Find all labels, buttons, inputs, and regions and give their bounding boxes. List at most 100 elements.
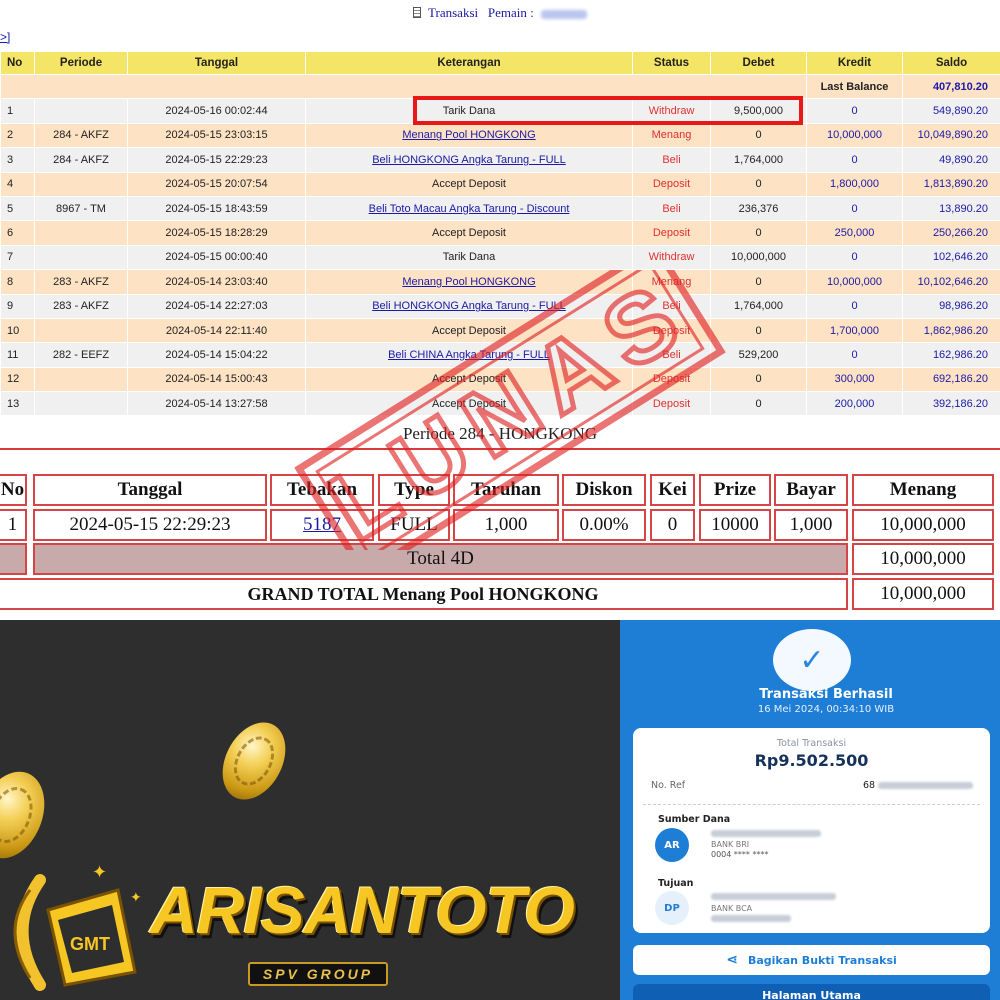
trx-credit: 0 (806, 244, 903, 271)
receipt-date: 16 Mei 2024, 00:34:10 WIB (757, 704, 895, 715)
detail-cell-pay: 1,000 (774, 509, 848, 541)
trx-no: 4 (0, 171, 35, 197)
share-receipt-button[interactable]: ⋖ Bagikan Bukti Transaksi (633, 945, 990, 975)
trx-no: 6 (0, 220, 35, 246)
trx-status: Deposit (632, 171, 711, 197)
trx-period: 284 - AKFZ (34, 122, 128, 149)
grand-total-label: GRAND TOTAL Menang Pool HONGKONG (0, 578, 848, 610)
col-header: Periode (34, 51, 128, 75)
home-button[interactable]: Halaman Utama (633, 984, 990, 1000)
total-amount: Rp9.502.500 (754, 751, 869, 770)
trx-debit: 0 (710, 391, 807, 417)
detail-col-header: No (0, 474, 27, 506)
coin-icon (210, 711, 298, 811)
trx-credit: 200,000 (806, 391, 903, 417)
trx-date: 2024-05-14 15:04:22 (127, 342, 306, 368)
detail-col-header: Bayar (774, 474, 848, 506)
trx-no: 13 (0, 391, 35, 417)
trx-credit: 10,000,000 (806, 269, 903, 295)
trx-date: 2024-05-15 00:00:40 (127, 244, 306, 271)
table-row: 9 283 - AKFZ 2024-05-14 22:27:03 Beli HONGK… (0, 293, 1000, 319)
trx-credit: 0 (806, 293, 903, 319)
trx-balance: 392,186.20 (902, 391, 1000, 417)
trx-period (34, 366, 128, 393)
total-4d-label: Total 4D (33, 543, 848, 575)
noref-label: No. Ref (651, 780, 686, 791)
trx-credit: 300,000 (806, 366, 903, 393)
trx-description[interactable]: Beli HONGKONG Angka Tarung - FULL (305, 293, 633, 319)
trx-description[interactable]: Menang Pool HONGKONG (305, 122, 633, 149)
trx-period (34, 98, 128, 124)
trx-balance: 10,049,890.20 (902, 122, 1000, 149)
trx-no: 2 (0, 122, 35, 149)
card-divider (643, 804, 980, 805)
grand-total-value: 10,000,000 (852, 578, 994, 610)
trx-balance: 98,986.20 (902, 293, 1000, 319)
last-balance-label: Last Balance (806, 73, 903, 100)
trx-period (34, 391, 128, 417)
detail-col-header: Prize (699, 474, 771, 506)
trx-date: 2024-05-14 13:27:58 (127, 391, 306, 417)
trx-period (34, 220, 128, 246)
trx-credit: 1,800,000 (806, 171, 903, 197)
receipt-title: Transaksi Berhasil (759, 687, 893, 702)
trx-date: 2024-05-15 23:03:15 (127, 122, 306, 149)
trx-status: Beli (632, 147, 711, 173)
next-page-link[interactable]: >] (0, 30, 10, 44)
trx-description: Accept Deposit (305, 220, 633, 246)
detail-col-header: Menang (852, 474, 994, 506)
trx-date: 2024-05-14 15:00:43 (127, 366, 306, 393)
noref-value: 68 (863, 780, 876, 791)
emblem-text: GMT (70, 934, 110, 954)
coin-icon (0, 761, 57, 869)
period-detail: Periode 284 - HONGKONG No Tanggal Tebaka… (0, 418, 1000, 620)
transfer-receipt: ✓ Transaksi Berhasil 16 Mei 2024, 00:34:… (620, 620, 1000, 1000)
trx-description[interactable]: Menang Pool HONGKONG (305, 269, 633, 295)
col-header: Tanggal (127, 51, 306, 75)
trx-credit: 0 (806, 195, 903, 222)
trx-status: Menang (632, 122, 711, 149)
trx-balance: 13,890.20 (902, 195, 1000, 222)
detail-cell-prize: 10000 (699, 509, 771, 541)
col-header: Saldo (902, 51, 1000, 75)
detail-col-header: Taruhan (453, 474, 559, 506)
trx-debit: 0 (710, 317, 807, 344)
detail-cell-type: FULL (378, 509, 450, 541)
trx-debit: 0 (710, 366, 807, 393)
source-avatar: AR (655, 828, 689, 862)
destination-avatar: DP (655, 891, 689, 925)
source-bank: BANK BRI (711, 840, 750, 849)
trx-balance: 1,862,986.20 (902, 317, 1000, 344)
trx-description[interactable]: Beli Toto Macau Angka Tarung - Discount (305, 195, 633, 222)
table-row: 2 284 - AKFZ 2024-05-15 23:03:15 Menang Poo… (0, 122, 1000, 149)
table-row: 6 2024-05-15 18:28:29 Accept Deposit Deposi… (0, 220, 1000, 246)
trx-status: Deposit (632, 391, 711, 417)
transaction-history: Transaksi Pemain : >] No Periode Tanggal… (0, 0, 1000, 418)
trx-description[interactable]: Beli CHINA Angka Tarung - FULL (305, 342, 633, 368)
col-header: Status (632, 51, 711, 75)
trx-date: 2024-05-14 22:27:03 (127, 293, 306, 319)
trx-description: Accept Deposit (305, 171, 633, 197)
home-button-label: Halaman Utama (762, 989, 861, 1000)
document-icon (413, 7, 422, 18)
trx-description[interactable]: Beli HONGKONG Angka Tarung - FULL (305, 147, 633, 173)
table-row: 10 2024-05-14 22:11:40 Accept Deposit Depos… (0, 317, 1000, 344)
noref-masked (878, 782, 973, 789)
trx-balance: 549,890.20 (902, 98, 1000, 124)
table-row: 8 283 - AKFZ 2024-05-14 23:03:40 Menang Poo… (0, 269, 1000, 295)
table-row: 13 2024-05-14 13:27:58 Accept Deposit Depos… (0, 391, 1000, 417)
trx-date: 2024-05-14 22:11:40 (127, 317, 306, 344)
success-check-icon: ✓ (773, 629, 851, 691)
trx-credit: 250,000 (806, 220, 903, 246)
trx-date: 2024-05-15 18:28:29 (127, 220, 306, 246)
trx-description: Accept Deposit (305, 391, 633, 417)
player-name-masked (540, 9, 587, 19)
detail-col-header: Kei (650, 474, 695, 506)
trx-date: 2024-05-15 22:29:23 (127, 147, 306, 173)
trx-debit: 1,764,000 (710, 293, 807, 319)
guess-number-link[interactable]: 5187 (303, 514, 341, 536)
trx-period (34, 317, 128, 344)
col-header: Keterangan (305, 51, 633, 75)
table-row: 11 282 - EEFZ 2024-05-14 15:04:22 Beli CHIN… (0, 342, 1000, 368)
trx-debit: 236,376 (710, 195, 807, 222)
